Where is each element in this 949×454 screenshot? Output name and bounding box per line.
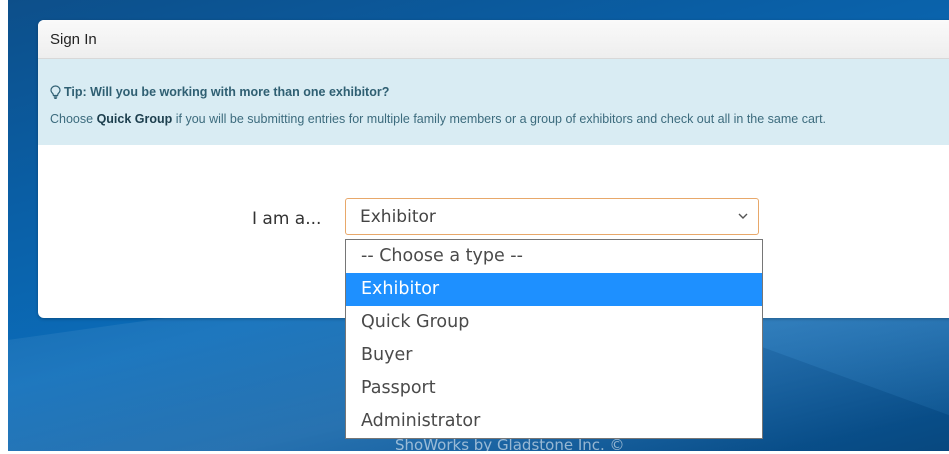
tip-body-bold: Quick Group bbox=[96, 112, 173, 126]
dropdown-option[interactable]: Exhibitor bbox=[346, 273, 762, 306]
tip-body: Choose Quick Group if you will be submit… bbox=[50, 112, 826, 126]
user-type-label: I am a... bbox=[252, 209, 322, 229]
card-header: Sign In bbox=[38, 20, 949, 59]
user-type-selected-value: Exhibitor bbox=[360, 206, 436, 227]
chevron-down-icon bbox=[738, 213, 748, 219]
dropdown-option[interactable]: Administrator bbox=[346, 405, 762, 438]
dropdown-option[interactable]: -- Choose a type -- bbox=[346, 240, 762, 273]
card-title: Sign In bbox=[50, 30, 97, 48]
dropdown-option[interactable]: Quick Group bbox=[346, 306, 762, 339]
tip-body-suffix: if you will be submitting entries for mu… bbox=[172, 112, 827, 126]
user-type-row: I am a... Exhibitor bbox=[38, 198, 949, 238]
user-type-dropdown[interactable]: -- Choose a type -- Exhibitor Quick Grou… bbox=[345, 239, 763, 439]
dropdown-option[interactable]: Passport bbox=[346, 372, 762, 405]
tip-panel: Tip: Will you be working with more than … bbox=[38, 59, 949, 145]
user-type-select[interactable]: Exhibitor bbox=[345, 198, 759, 235]
tip-title: Tip: Will you be working with more than … bbox=[50, 85, 389, 99]
lightbulb-icon bbox=[50, 85, 61, 99]
tip-body-prefix: Choose bbox=[50, 112, 97, 126]
dropdown-option[interactable]: Buyer bbox=[346, 339, 762, 372]
tip-title-text: Tip: Will you be working with more than … bbox=[64, 85, 390, 99]
